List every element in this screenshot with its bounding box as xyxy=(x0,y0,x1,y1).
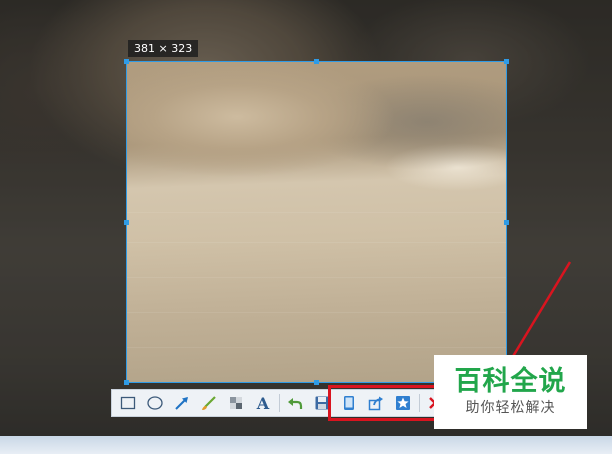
watermark-subtitle: 助你轻松解决 xyxy=(465,400,556,416)
watermark-title: 百科全说 xyxy=(454,366,567,397)
watermark-badge: 百科全说 助你轻松解决 xyxy=(434,355,587,429)
